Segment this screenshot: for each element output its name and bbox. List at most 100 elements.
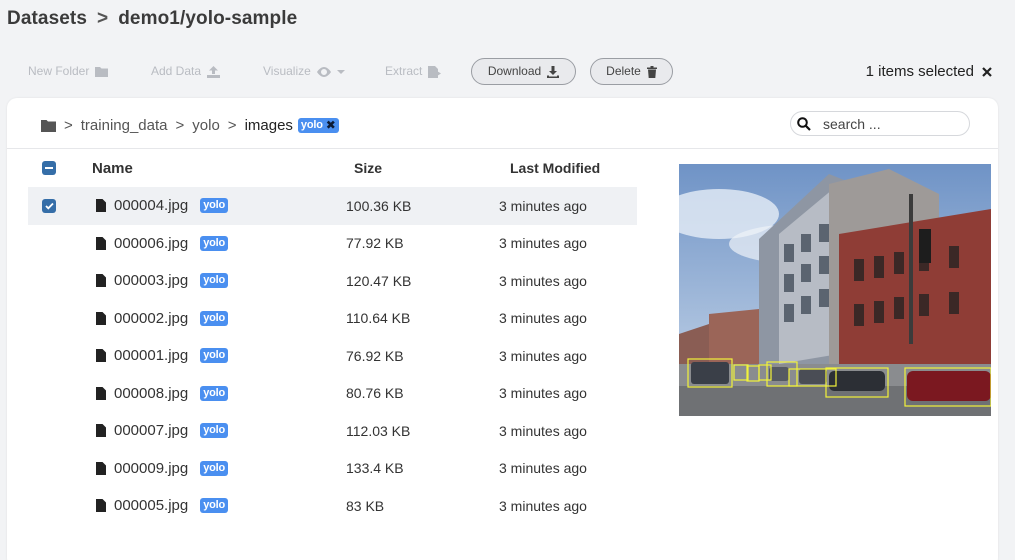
- file-size: 77.92 KB: [346, 235, 404, 252]
- extract-label: Extract: [385, 64, 423, 78]
- file-name-cell[interactable]: 000008.jpg yolo: [96, 375, 229, 413]
- file-tag: yolo: [200, 423, 229, 439]
- download-icon: [547, 65, 560, 78]
- row-checkbox[interactable]: [42, 187, 56, 225]
- extract-icon: [428, 65, 442, 78]
- breadcrumb-item-yolo[interactable]: yolo: [192, 117, 220, 134]
- file-size: 80.76 KB: [346, 385, 404, 402]
- row-checkbox[interactable]: [42, 262, 56, 300]
- column-header-modified[interactable]: Last Modified: [510, 149, 600, 187]
- search-icon: [797, 116, 811, 131]
- file-name-cell[interactable]: 000006.jpg yolo: [96, 225, 229, 263]
- breadcrumb-datasets[interactable]: Datasets: [7, 8, 87, 29]
- filter-tag: yolo ✖: [297, 118, 339, 133]
- clear-selection-close-icon[interactable]: [982, 66, 992, 77]
- file-icon: [96, 199, 106, 213]
- selection-count: 1 items selected: [865, 63, 974, 80]
- download-label: Download: [487, 64, 542, 78]
- file-name-cell[interactable]: 000003.jpg yolo: [96, 262, 229, 300]
- upload-icon: [207, 65, 221, 78]
- file-icon: [96, 236, 106, 250]
- visualize-button[interactable]: Visualize: [263, 58, 345, 85]
- new-folder-button[interactable]: New Folder: [28, 58, 109, 85]
- table-row[interactable]: 000002.jpg yolo 110.64 KB 3 minutes ago: [28, 300, 637, 338]
- row-checkbox[interactable]: [42, 300, 56, 338]
- file-tag: yolo: [200, 348, 229, 364]
- table-header: Name Size Last Modified: [28, 149, 637, 187]
- row-checkbox[interactable]: [42, 225, 56, 263]
- delete-button[interactable]: Delete: [590, 58, 673, 85]
- add-data-label: Add Data: [151, 64, 202, 78]
- row-checkbox[interactable]: [42, 450, 56, 488]
- chevron-down-icon: [336, 69, 345, 74]
- search-input[interactable]: [823, 115, 953, 132]
- row-checkbox[interactable]: [42, 412, 56, 450]
- table-row[interactable]: 000009.jpg yolo 133.4 KB 3 minutes ago: [28, 450, 637, 488]
- file-name-cell[interactable]: 000007.jpg yolo: [96, 412, 229, 450]
- table-row[interactable]: 000007.jpg yolo 112.03 KB 3 minutes ago: [28, 412, 637, 450]
- table-row[interactable]: 000001.jpg yolo 76.92 KB 3 minutes ago: [28, 337, 637, 375]
- image-preview: [679, 164, 991, 416]
- table-row[interactable]: 000004.jpg yolo 100.36 KB 3 minutes ago: [28, 187, 637, 225]
- file-icon: [96, 311, 106, 325]
- table-body: 000004.jpg yolo 100.36 KB 3 minutes ago 0000…: [28, 187, 637, 525]
- file-size: 133.4 KB: [346, 460, 404, 477]
- file-modified: 3 minutes ago: [499, 197, 587, 214]
- row-checkbox[interactable]: [42, 375, 56, 413]
- file-modified: 3 minutes ago: [499, 310, 587, 327]
- file-modified: 3 minutes ago: [499, 422, 587, 439]
- file-icon: [96, 349, 106, 363]
- table-row[interactable]: 000005.jpg yolo 83 KB 3 minutes ago: [28, 487, 637, 525]
- column-header-name[interactable]: Name: [92, 149, 133, 187]
- file-modified: 3 minutes ago: [499, 272, 587, 289]
- file-name-cell[interactable]: 000002.jpg yolo: [96, 300, 229, 338]
- extract-button[interactable]: Extract: [385, 58, 442, 85]
- column-header-size[interactable]: Size: [354, 149, 382, 187]
- delete-label: Delete: [606, 64, 641, 78]
- file-modified: 3 minutes ago: [499, 497, 587, 514]
- breadcrumb-item-training-data[interactable]: training_data: [81, 117, 168, 134]
- file-browser-panel: > training_data > yolo > images yolo✖ Na…: [7, 98, 998, 560]
- eye-icon: [316, 66, 331, 77]
- file-size: 120.47 KB: [346, 272, 412, 289]
- file-size: 83 KB: [346, 497, 385, 514]
- file-modified: 3 minutes ago: [499, 460, 587, 477]
- table-row[interactable]: 000006.jpg yolo 77.92 KB 3 minutes ago: [28, 225, 637, 263]
- file-modified: 3 minutes ago: [499, 235, 587, 252]
- add-data-button[interactable]: Add Data: [151, 58, 221, 85]
- file-icon: [96, 499, 106, 513]
- file-size: 76.92 KB: [346, 347, 404, 364]
- file-tag: yolo: [200, 273, 229, 289]
- folder-breadcrumb: > training_data > yolo > images yolo ✖: [41, 117, 339, 134]
- folder-icon[interactable]: [41, 119, 56, 132]
- table-row[interactable]: 000008.jpg yolo 80.76 KB 3 minutes ago: [28, 375, 637, 413]
- file-icon: [96, 461, 106, 475]
- row-checkbox[interactable]: [42, 337, 56, 375]
- file-size: 112.03 KB: [346, 422, 411, 439]
- file-name-cell[interactable]: 000004.jpg yolo: [96, 187, 229, 225]
- file-tag: yolo: [200, 385, 229, 401]
- file-modified: 3 minutes ago: [499, 347, 587, 364]
- file-tag: yolo: [200, 460, 229, 476]
- row-checkbox[interactable]: [42, 487, 56, 525]
- select-all-checkbox[interactable]: [42, 149, 56, 187]
- file-name-cell[interactable]: 000001.jpg yolo: [96, 337, 229, 375]
- breadcrumb-dataset: demo1/yolo-sample: [118, 8, 298, 29]
- file-name-cell[interactable]: 000005.jpg yolo: [96, 487, 229, 525]
- download-button[interactable]: Download: [471, 58, 576, 85]
- file-name-cell[interactable]: 000009.jpg yolo: [96, 450, 229, 488]
- filter-tag-label: yolo: [300, 119, 323, 131]
- page-title: Datasets > demo1/yolo-sample: [7, 8, 297, 30]
- file-modified: 3 minutes ago: [499, 385, 587, 402]
- file-name: 000007.jpg: [114, 422, 189, 440]
- file-size: 100.36 KB: [346, 197, 412, 214]
- file-name: 000003.jpg: [114, 272, 189, 290]
- remove-tag-close-icon[interactable]: ✖: [326, 119, 336, 132]
- file-size: 110.64 KB: [346, 310, 411, 327]
- new-folder-label: New Folder: [28, 64, 90, 78]
- search-box: [790, 111, 970, 136]
- file-tag: yolo: [200, 235, 229, 251]
- breadcrumb-separator: >: [97, 8, 109, 29]
- file-icon: [96, 386, 106, 400]
- table-row[interactable]: 000003.jpg yolo 120.47 KB 3 minutes ago: [28, 262, 637, 300]
